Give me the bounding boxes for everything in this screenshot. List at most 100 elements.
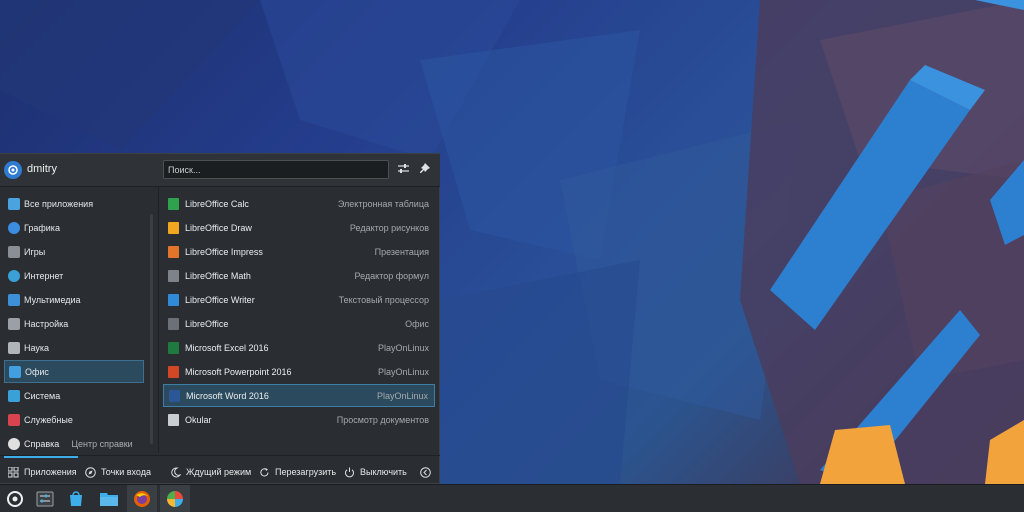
category-all-apps[interactable]: Все приложения xyxy=(4,192,144,215)
restart-icon xyxy=(259,467,270,478)
app-description: Текстовый процессор xyxy=(338,294,429,305)
category-label: Все приложения xyxy=(24,198,94,209)
powerpoint-icon xyxy=(168,365,179,378)
app-libreoffice-writer[interactable]: LibreOffice Writer Текстовый процессор xyxy=(163,288,435,311)
app-description: Офис xyxy=(405,318,429,329)
app-name: LibreOffice Calc xyxy=(185,198,249,209)
utilities-icon xyxy=(8,413,20,426)
app-libreoffice-math[interactable]: LibreOffice Math Редактор формул xyxy=(163,264,435,287)
category-multimedia[interactable]: Мультимедиа xyxy=(4,288,144,311)
category-label: Офис xyxy=(25,366,49,377)
app-okular[interactable]: Okular Просмотр документов xyxy=(163,408,435,431)
category-office[interactable]: Офис xyxy=(4,360,144,383)
restart-button[interactable]: Перезагрузить xyxy=(259,465,336,479)
app-name: Microsoft Word 2016 xyxy=(186,390,269,401)
launcher-header: dmitry xyxy=(0,154,440,187)
category-help[interactable]: Справка Центр справки xyxy=(4,432,144,455)
system-settings-icon xyxy=(36,491,54,506)
libreoffice-icon xyxy=(168,317,179,330)
discover-store-button[interactable] xyxy=(61,485,91,512)
shutdown-button[interactable]: Выключить xyxy=(344,465,407,479)
category-internet[interactable]: Интернет xyxy=(4,264,144,287)
app-description: Просмотр документов xyxy=(336,414,429,425)
libreoffice-draw-icon xyxy=(168,221,179,234)
application-launcher: dmitry Все приложения Графика Игры Интер… xyxy=(0,153,440,484)
firefox-icon xyxy=(134,490,150,507)
globe-icon xyxy=(8,269,20,282)
app-microsoft-word[interactable]: Microsoft Word 2016 PlayOnLinux xyxy=(163,384,435,407)
kde-logo-icon xyxy=(8,165,18,175)
app-name: Okular xyxy=(185,414,212,425)
app-microsoft-powerpoint[interactable]: Microsoft Powerpoint 2016 PlayOnLinux xyxy=(163,360,435,383)
category-settings[interactable]: Настройка xyxy=(4,312,144,335)
category-graphics[interactable]: Графика xyxy=(4,216,144,239)
app-description: PlayOnLinux xyxy=(376,390,428,401)
moon-icon xyxy=(170,466,181,478)
category-label: Графика xyxy=(24,222,60,233)
configure-icon[interactable] xyxy=(396,162,410,176)
okular-icon xyxy=(168,413,179,426)
playonlinux-button[interactable] xyxy=(160,485,190,512)
app-name: LibreOffice Writer xyxy=(185,294,255,305)
graphics-icon xyxy=(8,221,20,234)
app-name: LibreOffice Impress xyxy=(185,246,263,257)
category-science[interactable]: Наука xyxy=(4,336,144,359)
system-settings-button[interactable] xyxy=(30,485,60,512)
compass-icon xyxy=(85,466,96,478)
active-tab-indicator xyxy=(4,456,78,458)
app-libreoffice-impress[interactable]: LibreOffice Impress Презентация xyxy=(163,240,435,263)
search-input[interactable] xyxy=(163,160,389,179)
file-manager-icon xyxy=(100,492,118,506)
app-description: Редактор формул xyxy=(354,270,429,281)
libreoffice-calc-icon xyxy=(168,197,179,210)
app-launcher-button[interactable] xyxy=(0,485,30,512)
category-games[interactable]: Игры xyxy=(4,240,144,263)
multimedia-icon xyxy=(8,293,20,306)
power-icon xyxy=(344,467,355,478)
category-label: Мультимедиа xyxy=(24,294,81,305)
science-icon xyxy=(8,341,20,354)
tab-applications[interactable]: Приложения xyxy=(8,465,77,479)
office-icon xyxy=(9,365,21,378)
grid-icon xyxy=(8,466,19,478)
sleep-button[interactable]: Ждущий режим xyxy=(170,465,251,479)
grid-apps-icon xyxy=(8,197,20,210)
category-system[interactable]: Система xyxy=(4,384,144,407)
panel-divider xyxy=(158,187,159,452)
category-label: Справка xyxy=(24,438,60,449)
pin-icon[interactable] xyxy=(418,162,432,176)
tab-places[interactable]: Точки входа xyxy=(85,465,151,479)
app-microsoft-excel[interactable]: Microsoft Excel 2016 PlayOnLinux xyxy=(163,336,435,359)
category-label: Наука xyxy=(24,342,50,353)
category-label: Служебные xyxy=(24,414,73,425)
category-list: Все приложения Графика Игры Интернет Мул… xyxy=(0,187,158,452)
avatar[interactable] xyxy=(4,161,22,179)
playonlinux-icon xyxy=(167,490,183,507)
taskbar xyxy=(0,484,1024,512)
category-label: Игры xyxy=(24,246,46,257)
system-icon xyxy=(8,389,20,402)
leave-more-button[interactable] xyxy=(420,465,436,479)
firefox-button[interactable] xyxy=(127,485,157,512)
app-libreoffice-calc[interactable]: LibreOffice Calc Электронная таблица xyxy=(163,192,435,215)
libreoffice-impress-icon xyxy=(168,245,179,258)
libreoffice-math-icon xyxy=(168,269,179,282)
launcher-footer: Приложения Точки входа Ждущий режим Пере… xyxy=(0,455,440,486)
app-description: Электронная таблица xyxy=(337,198,429,209)
app-libreoffice[interactable]: LibreOffice Офис xyxy=(163,312,435,335)
file-manager-button[interactable] xyxy=(94,485,124,512)
word-icon xyxy=(169,389,180,402)
tab-label: Точки входа xyxy=(101,467,152,477)
app-description: PlayOnLinux xyxy=(377,366,429,377)
button-label: Ждущий режим xyxy=(186,467,252,477)
app-name: Microsoft Excel 2016 xyxy=(185,342,269,353)
libreoffice-writer-icon xyxy=(168,293,179,306)
help-icon xyxy=(8,437,20,450)
button-label: Выключить xyxy=(360,467,407,477)
app-libreoffice-draw[interactable]: LibreOffice Draw Редактор рисунков xyxy=(163,216,435,239)
category-utilities[interactable]: Служебные xyxy=(4,408,144,431)
category-label: Настройка xyxy=(24,318,69,329)
user-name: dmitry xyxy=(27,163,57,175)
tab-label: Приложения xyxy=(24,467,77,477)
category-scrollbar[interactable] xyxy=(150,214,153,444)
